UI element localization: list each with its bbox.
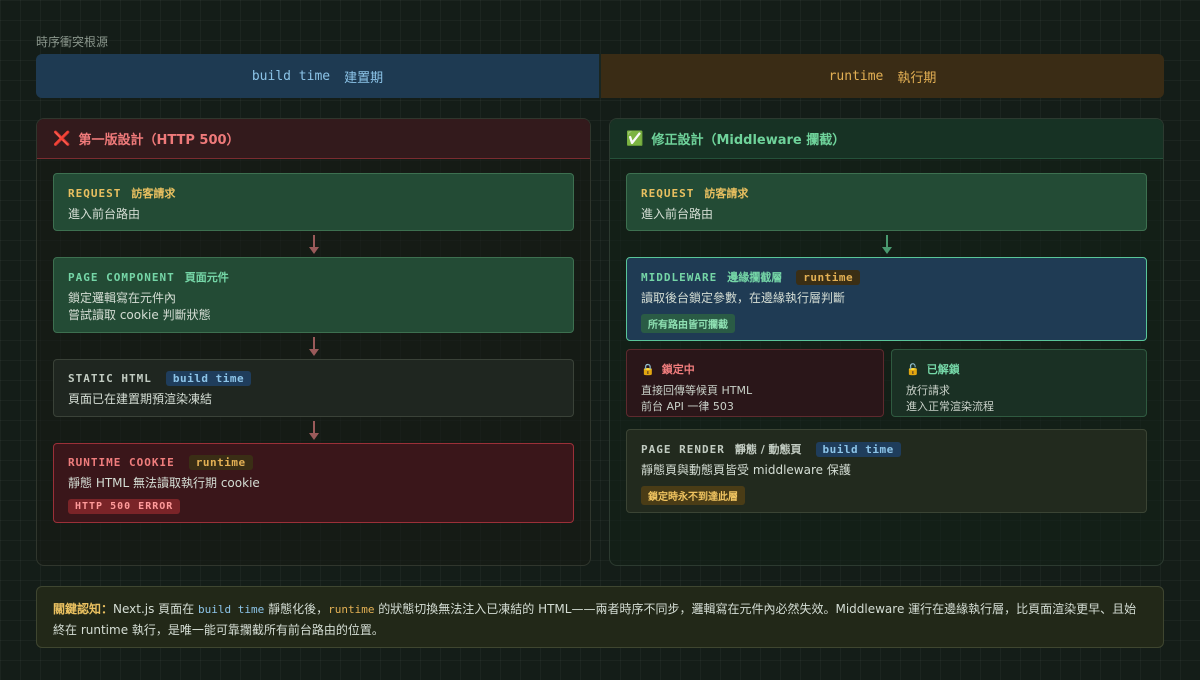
request-desc: 進入前台路由 [68, 207, 141, 221]
page-component-card: PAGE COMPONENT 頁面元件 鎖定邏輯寫在元件內 嘗試讀取 cooki… [53, 257, 574, 333]
right-panel-fixed-design: ✅ 修正設計（Middleware 攔截） REQUEST 訪客請求 進入前台路… [609, 118, 1164, 566]
build-time-badge: build time [165, 371, 252, 386]
timeline-build-segment: build time 建置期 [36, 54, 601, 98]
check-mark-icon: ✅ [626, 130, 644, 147]
middleware-code: MIDDLEWARE [641, 270, 718, 284]
locked-title: 鎖定中 [661, 363, 695, 376]
page-component-zh: 頁面元件 [184, 271, 229, 284]
runtime-cookie-card: RUNTIME COOKIE runtime 靜態 HTML 無法讀取執行期 c… [53, 443, 574, 523]
unlocked-state-card: 🔓 已解鎖 放行請求 進入正常渲染流程 [891, 349, 1147, 417]
middleware-desc: 讀取後台鎖定參數，在邊緣執行層判斷 [641, 291, 846, 305]
unlocked-line-2: 進入正常渲染流程 [906, 400, 994, 413]
static-html-code: STATIC HTML [68, 372, 152, 385]
page-render-code: PAGE RENDER [641, 442, 725, 456]
unlocked-line-1: 放行請求 [906, 384, 950, 397]
left-panel-title: 第一版設計（HTTP 500） [78, 133, 240, 148]
runtime-cookie-desc: 靜態 HTML 無法讀取執行期 cookie [68, 476, 260, 490]
page-render-zh: 靜態 / 動態頁 [734, 443, 802, 456]
page-render-desc: 靜態頁與動態頁皆受 middleware 保護 [641, 463, 851, 477]
middleware-card: MIDDLEWARE 邊緣攔截層 runtime 讀取後台鎖定參數，在邊緣執行層… [626, 257, 1147, 341]
runtime-badge: runtime [796, 269, 861, 285]
right-panel-header: ✅ 修正設計（Middleware 攔截） [610, 119, 1163, 159]
timeline-build-code: build time [251, 68, 331, 84]
timeline-bar: build time 建置期 runtime 執行期 [36, 54, 1164, 98]
middleware-zh: 邊緣攔截層 [727, 271, 783, 284]
locked-line-2: 前台 API 一律 503 [641, 400, 734, 413]
page-component-line-1: 鎖定邏輯寫在元件內 [68, 291, 177, 305]
static-html-desc: 頁面已在建置期預渲染凍結 [68, 392, 213, 406]
page-component-code: PAGE COMPONENT [68, 270, 175, 284]
locked-line-1: 直接回傳等候頁 HTML [641, 384, 753, 397]
static-html-card: STATIC HTML build time 頁面已在建置期預渲染凍結 [53, 359, 574, 417]
build-time-badge: build time [815, 441, 901, 457]
flow-arrow [309, 337, 319, 357]
timeline-runtime-label: 執行期 [897, 70, 937, 86]
http-500-error-pill: HTTP 500 ERROR [68, 499, 181, 514]
runtime-badge: runtime [188, 455, 253, 470]
page-render-card: PAGE RENDER 靜態 / 動態頁 build time 靜態頁與動態頁皆… [626, 429, 1147, 513]
note-keyword: 關鍵認知： [53, 602, 114, 616]
timeline-build-label: 建置期 [344, 70, 384, 86]
all-routes-pill: 所有路由皆可攔截 [641, 314, 735, 333]
key-insight-note: 關鍵認知：Next.js 頁面在 build time 靜態化後，runtime… [36, 586, 1164, 648]
section-title: 時序衝突根源 [36, 35, 109, 49]
lock-icon: 🔒 [641, 362, 655, 376]
flow-arrow [309, 421, 319, 441]
left-panel-first-design: ❌ 第一版設計（HTTP 500） REQUEST 訪客請求 進入前台路由 PA… [36, 118, 591, 566]
page-component-line-2: 嘗試讀取 cookie 判斷狀態 [68, 308, 211, 322]
note-code-runtime: runtime [328, 603, 375, 616]
timeline-runtime-segment: runtime 執行期 [601, 54, 1164, 98]
cross-mark-icon: ❌ [53, 130, 71, 147]
unlock-icon: 🔓 [906, 362, 920, 376]
runtime-cookie-code: RUNTIME COOKIE [68, 456, 175, 469]
note-text-2: 靜態化後， [264, 602, 329, 616]
timeline-runtime-code: runtime [828, 68, 884, 84]
request-zh: 訪客請求 [131, 187, 176, 200]
request-card: REQUEST 訪客請求 進入前台路由 [626, 173, 1147, 231]
request-zh: 訪客請求 [704, 187, 749, 200]
request-code: REQUEST [641, 186, 695, 200]
request-card: REQUEST 訪客請求 進入前台路由 [53, 173, 574, 231]
right-panel-title: 修正設計（Middleware 攔截） [651, 133, 846, 148]
left-panel-header: ❌ 第一版設計（HTTP 500） [37, 119, 590, 159]
flow-arrow [309, 235, 319, 255]
note-code-build-time: build time [198, 603, 265, 616]
locked-state-card: 🔒 鎖定中 直接回傳等候頁 HTML 前台 API 一律 503 [626, 349, 884, 417]
unlocked-title: 已解鎖 [926, 363, 960, 376]
request-code: REQUEST [68, 186, 122, 200]
never-reached-pill: 鎖定時永不到達此層 [641, 486, 745, 505]
note-text-1: Next.js 頁面在 [113, 602, 199, 616]
request-desc: 進入前台路由 [641, 207, 714, 221]
flow-arrow [882, 235, 892, 255]
